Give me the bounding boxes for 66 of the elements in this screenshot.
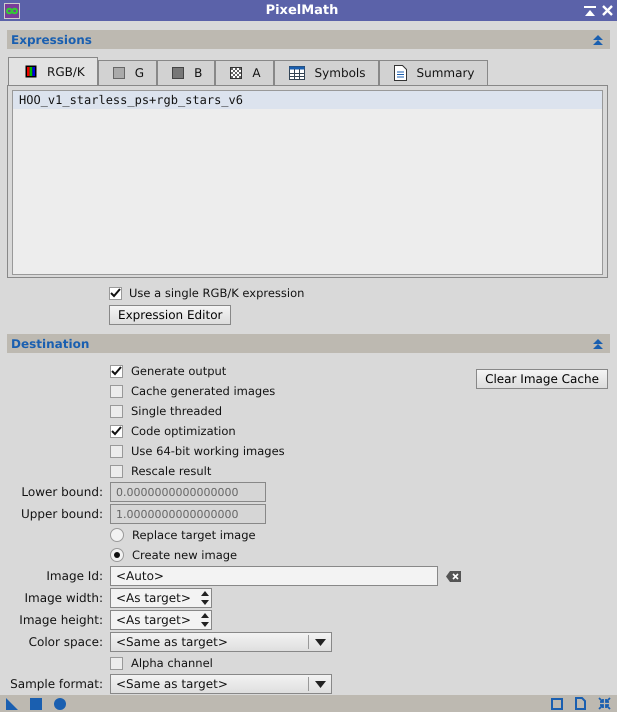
tab[interactable]: Symbols — [274, 60, 378, 86]
checkbox[interactable] — [110, 424, 123, 438]
spin-arrows-icon[interactable] — [199, 611, 211, 630]
radio-button[interactable] — [110, 548, 124, 562]
image-id-field[interactable]: <Auto> — [110, 566, 438, 586]
field-label: Lower bound: — [20, 485, 103, 500]
app-icon — [4, 2, 20, 19]
field-label: Image width: — [23, 591, 103, 606]
checkbox[interactable] — [110, 384, 123, 398]
document-icon[interactable] — [575, 697, 586, 710]
clear-image-cache-button[interactable]: Clear Image Cache — [476, 369, 608, 390]
expression-editor[interactable]: HOO_v1_starless_ps+rgb_stars_v6 — [12, 90, 603, 276]
checkbox-label: Alpha channel — [131, 656, 213, 670]
color-channels-icon — [25, 65, 37, 78]
checkbox-label: Rescale result — [131, 464, 212, 478]
spin-field[interactable]: <As target> — [110, 610, 212, 630]
checkbox-label: Single threaded — [131, 404, 222, 418]
tab[interactable]: Summary — [378, 60, 488, 86]
circle-icon[interactable] — [54, 698, 66, 710]
square-icon[interactable] — [30, 698, 42, 710]
sample-format-dropdown[interactable]: <Same as target> — [110, 674, 332, 694]
field-label: Upper bound: — [20, 507, 103, 522]
radio-label: Create new image — [132, 548, 238, 562]
checkbox[interactable] — [109, 286, 122, 300]
window-title: PixelMath — [264, 3, 340, 18]
document-icon — [394, 65, 406, 82]
checkbox[interactable] — [110, 444, 123, 458]
dropdown-arrow-icon[interactable] — [314, 638, 326, 646]
radio-button[interactable] — [110, 528, 124, 542]
square-outline-icon[interactable] — [551, 698, 563, 710]
checkbox-label: Generate output — [131, 364, 226, 378]
color-space-dropdown[interactable]: <Same as target> — [110, 632, 332, 652]
tab[interactable]: B — [157, 60, 216, 86]
checkbox[interactable] — [110, 364, 123, 378]
section-title: Destination — [11, 336, 90, 351]
spin-arrows-icon[interactable] — [199, 589, 211, 608]
field-label: Sample format: — [9, 677, 103, 692]
spin-field[interactable]: <As target> — [110, 588, 212, 608]
collapse-icon[interactable] — [592, 338, 604, 350]
checkbox-label: Cache generated images — [131, 384, 276, 398]
dropdown-arrow-icon[interactable] — [314, 680, 326, 688]
section-title: Expressions — [11, 32, 92, 47]
triangle-icon[interactable] — [6, 698, 18, 710]
square-icon — [172, 67, 184, 80]
checkbox-label: Use 64-bit working images — [131, 444, 285, 458]
checkbox-label: Use a single RGB/K expression — [129, 286, 304, 300]
field-label: Image Id: — [45, 569, 103, 584]
clear-icon[interactable] — [446, 570, 461, 582]
expression-editor-button[interactable]: Expression Editor — [109, 305, 232, 326]
field-label: Image height: — [18, 613, 103, 628]
checkbox-label: Code optimization — [131, 424, 236, 438]
tab[interactable]: RGB/K — [8, 57, 98, 86]
table-icon — [288, 66, 305, 80]
field-label: Color space: — [28, 635, 103, 650]
collapse-icon[interactable] — [592, 34, 604, 46]
close-icon[interactable] — [602, 5, 613, 16]
radio-label: Replace target image — [132, 528, 256, 542]
checkerboard-icon — [230, 67, 242, 80]
tab[interactable]: G — [98, 60, 158, 86]
tab[interactable]: A — [215, 60, 274, 86]
shade-icon[interactable] — [584, 6, 596, 16]
compress-icon[interactable] — [598, 697, 611, 710]
square-icon — [112, 67, 125, 80]
checkbox[interactable] — [110, 464, 123, 478]
checkbox[interactable] — [110, 404, 123, 418]
checkbox[interactable] — [110, 656, 123, 670]
